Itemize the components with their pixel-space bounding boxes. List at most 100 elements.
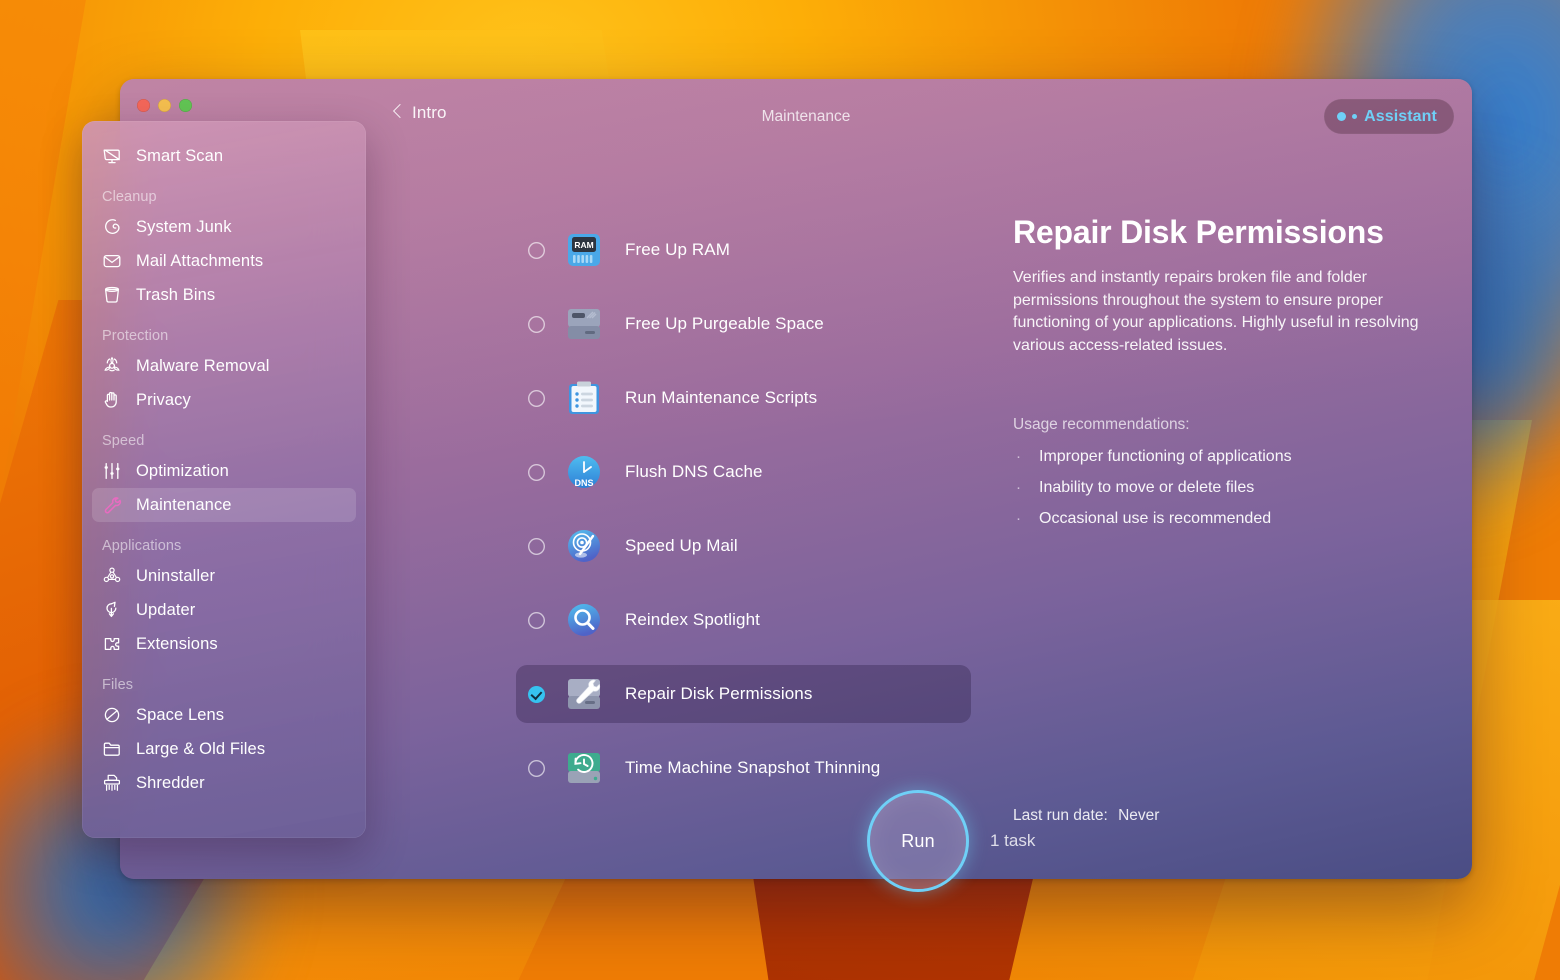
svg-text:RAM: RAM: [574, 240, 593, 250]
bullet-icon: ·: [1013, 510, 1039, 527]
clipboard-icon: [562, 376, 606, 420]
usage-list-item: · Improper functioning of applications: [1013, 448, 1430, 466]
sidebar-group-label: Applications: [102, 538, 366, 554]
task-row[interactable]: Free Up Purgeable Space: [516, 295, 971, 353]
bullet-icon: ·: [1013, 448, 1039, 465]
task-label: Run Maintenance Scripts: [625, 388, 817, 408]
sidebar-item-updater[interactable]: Updater: [92, 593, 356, 627]
envelope-icon: [101, 250, 123, 272]
task-label: Speed Up Mail: [625, 536, 738, 556]
refresh-arrow-icon: [101, 599, 123, 621]
sidebar-item-large-old-files[interactable]: Large & Old Files: [92, 732, 356, 766]
close-window-button[interactable]: [137, 99, 150, 112]
sidebar-item-smart-scan[interactable]: Smart Scan: [92, 139, 356, 173]
sidebar-item-malware-removal[interactable]: Malware Removal: [92, 349, 356, 383]
assistant-dot-small-icon: [1352, 114, 1357, 119]
sidebar-item-space-lens[interactable]: Space Lens: [92, 698, 356, 732]
task-label: Time Machine Snapshot Thinning: [625, 758, 880, 778]
sidebar-item-label: Optimization: [136, 462, 229, 481]
usage-item-label: Improper functioning of applications: [1039, 448, 1292, 466]
run-button-label: Run: [901, 831, 935, 852]
task-checkbox[interactable]: [528, 760, 545, 777]
zoom-window-button[interactable]: [179, 99, 192, 112]
usage-list-item: · Occasional use is recommended: [1013, 510, 1430, 528]
task-checkbox[interactable]: [528, 464, 545, 481]
usage-recommendations-heading: Usage recommendations:: [1013, 416, 1430, 434]
spotlight-search-icon: [562, 598, 606, 642]
task-row[interactable]: Repair Disk Permissions: [516, 665, 971, 723]
task-label: Flush DNS Cache: [625, 462, 763, 482]
usage-item-label: Occasional use is recommended: [1039, 510, 1271, 528]
sidebar-item-privacy[interactable]: Privacy: [92, 383, 356, 417]
task-row[interactable]: DNS Flush DNS Cache: [516, 443, 971, 501]
app-grid-icon: [101, 565, 123, 587]
bullet-icon: ·: [1013, 479, 1039, 496]
mail-speed-icon: [562, 524, 606, 568]
disk-wrench-icon: [562, 672, 606, 716]
task-checkbox[interactable]: [528, 538, 545, 555]
time-machine-icon: [562, 746, 606, 790]
display-icon: [101, 145, 123, 167]
planet-icon: [101, 704, 123, 726]
hard-drive-icon: [562, 302, 606, 346]
task-row[interactable]: RAM Free Up RAM: [516, 221, 971, 279]
wrench-icon: [101, 494, 123, 516]
sliders-icon: [101, 460, 123, 482]
sidebar-item-label: Mail Attachments: [136, 252, 263, 271]
task-row[interactable]: Time Machine Snapshot Thinning: [516, 739, 971, 797]
detail-description: Verifies and instantly repairs broken fi…: [1013, 267, 1430, 358]
task-checkbox[interactable]: [528, 242, 545, 259]
task-row[interactable]: Run Maintenance Scripts: [516, 369, 971, 427]
sidebar-item-label: Uninstaller: [136, 567, 215, 586]
folder-icon: [101, 738, 123, 760]
sidebar-group-label: Cleanup: [102, 189, 366, 205]
sidebar-item-label: Smart Scan: [136, 147, 223, 166]
sidebar-item-label: Space Lens: [136, 706, 224, 725]
sidebar-item-label: Extensions: [136, 635, 218, 654]
droplet-icon: [101, 216, 123, 238]
sidebar-item-trash-bins[interactable]: Trash Bins: [92, 278, 356, 312]
sidebar-item-shredder[interactable]: Shredder: [92, 766, 356, 800]
sidebar-item-mail-attachments[interactable]: Mail Attachments: [92, 244, 356, 278]
sidebar-item-uninstaller[interactable]: Uninstaller: [92, 559, 356, 593]
last-run-value: Never: [1118, 807, 1159, 824]
detail-title: Repair Disk Permissions: [1013, 214, 1430, 251]
task-label: Free Up Purgeable Space: [625, 314, 824, 334]
sidebar-group-label: Speed: [102, 433, 366, 449]
sidebar-item-maintenance[interactable]: Maintenance: [92, 488, 356, 522]
sidebar-item-label: Updater: [136, 601, 195, 620]
assistant-button[interactable]: Assistant: [1324, 99, 1454, 134]
detail-panel: Repair Disk Permissions Verifies and ins…: [1013, 214, 1430, 541]
shredder-icon: [101, 772, 123, 794]
svg-text:DNS: DNS: [574, 478, 593, 488]
hand-icon: [101, 389, 123, 411]
sidebar-item-system-junk[interactable]: System Junk: [92, 210, 356, 244]
task-checkbox[interactable]: [528, 316, 545, 333]
sidebar-item-extensions[interactable]: Extensions: [92, 627, 356, 661]
sidebar: Smart Scan Cleanup System Junk Mail Atta…: [82, 121, 366, 838]
assistant-button-label: Assistant: [1364, 108, 1437, 126]
usage-item-label: Inability to move or delete files: [1039, 479, 1254, 497]
task-checkbox[interactable]: [528, 390, 545, 407]
task-row[interactable]: Speed Up Mail: [516, 517, 971, 575]
run-controls: Run 1 task: [870, 793, 1035, 889]
main-content: RAM Free Up RAM: [486, 159, 1472, 879]
task-label: Reindex Spotlight: [625, 610, 760, 630]
assistant-dot-large-icon: [1337, 112, 1346, 121]
sidebar-group-label: Protection: [102, 328, 366, 344]
sidebar-item-label: Trash Bins: [136, 286, 215, 305]
biohazard-icon: [101, 355, 123, 377]
sidebar-item-label: Privacy: [136, 391, 191, 410]
trash-icon: [101, 284, 123, 306]
run-button[interactable]: Run: [870, 793, 966, 889]
task-row[interactable]: Reindex Spotlight: [516, 591, 971, 649]
sidebar-item-label: Maintenance: [136, 496, 232, 515]
usage-list-item: · Inability to move or delete files: [1013, 479, 1430, 497]
sidebar-item-label: System Junk: [136, 218, 232, 237]
minimize-window-button[interactable]: [158, 99, 171, 112]
task-checkbox[interactable]: [528, 612, 545, 629]
puzzle-piece-icon: [101, 633, 123, 655]
sidebar-item-optimization[interactable]: Optimization: [92, 454, 356, 488]
task-checkbox[interactable]: [528, 686, 545, 703]
sidebar-item-label: Malware Removal: [136, 357, 270, 376]
